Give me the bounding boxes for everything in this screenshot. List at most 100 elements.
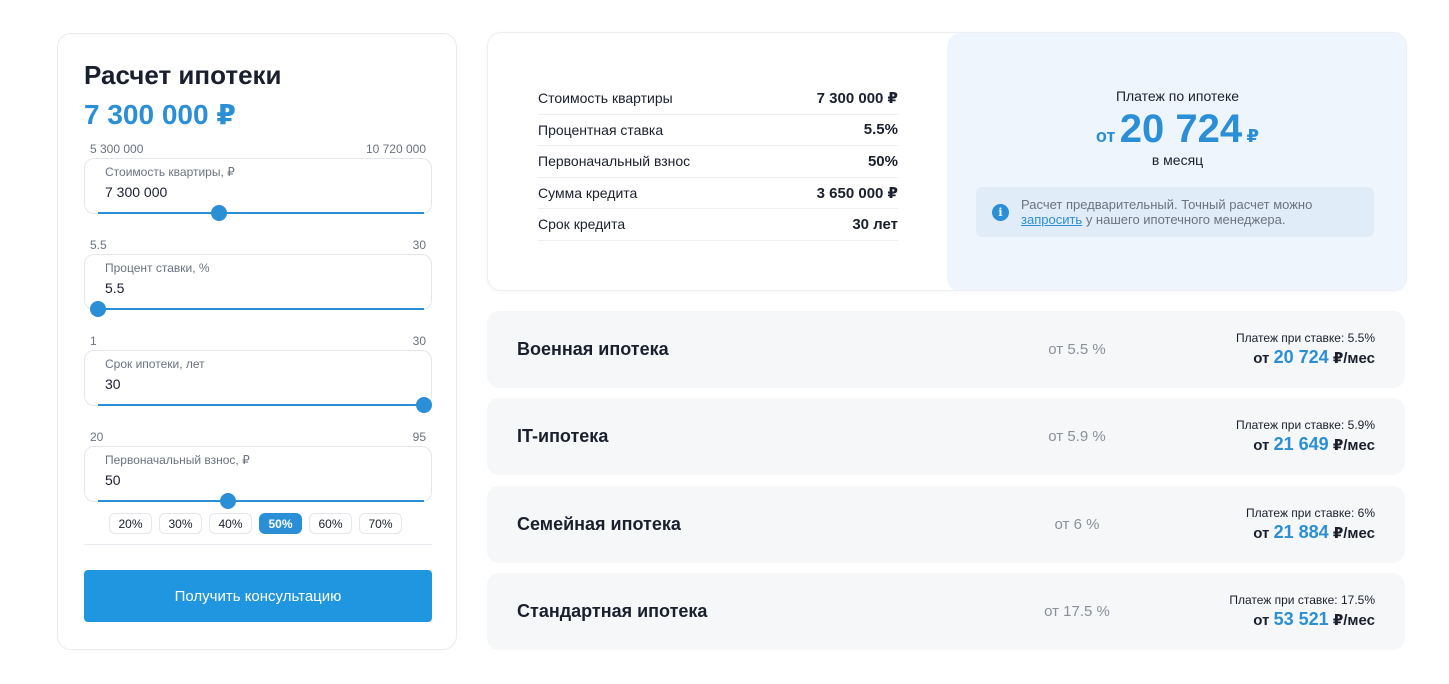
field-value[interactable]: 5.5	[105, 280, 124, 296]
program-payment: от 21 884 ₽/мес	[1253, 522, 1375, 543]
slider-track[interactable]	[98, 308, 424, 310]
field-label: Стоимость квартиры, ₽	[105, 165, 235, 179]
payment-unit: ₽/мес	[1332, 612, 1375, 629]
program-payment-label: Платеж при ставке: 5.9%	[1236, 418, 1375, 432]
range-max: 10 720 000	[365, 142, 426, 156]
note-text-after: у нашего ипотечного менеджера.	[1085, 212, 1286, 227]
mortgage-summary-card: Стоимость квартиры 7 300 000 ₽ Процентная…	[487, 32, 1407, 291]
payment-amount: от 20 724 ₽	[947, 107, 1406, 152]
payment-period: в месяц	[1151, 152, 1204, 168]
request-link[interactable]: запросить	[1021, 212, 1082, 227]
get-consultation-button[interactable]: Получить консультацию	[84, 570, 432, 622]
payment-number: 20 724	[1119, 107, 1243, 151]
calculator-title: Расчет ипотеки	[84, 60, 282, 90]
slider-thumb[interactable]	[416, 397, 432, 413]
payment-unit: ₽/мес	[1332, 350, 1375, 367]
payment-from: от	[1253, 612, 1270, 629]
summary-row: Процентная ставка 5.5%	[538, 115, 898, 146]
row-label: Стоимость квартиры	[538, 90, 673, 107]
mortgage-calculator-panel: Расчет ипотеки 7 300 000 ₽ 5 300 000 10 …	[57, 33, 457, 650]
program-rate: от 17.5 %	[1044, 603, 1110, 620]
row-value: 30 лет	[852, 215, 898, 233]
program-rate: от 5.5 %	[1048, 341, 1106, 358]
row-value: 5.5%	[863, 121, 898, 139]
program-payment: от 53 521 ₽/мес	[1253, 609, 1375, 630]
row-value: 3 650 000 ₽	[816, 184, 898, 202]
program-card-military[interactable]: Военная ипотека от 5.5 % Платеж при став…	[487, 311, 1405, 388]
payment-amount: 20 724	[1273, 347, 1329, 367]
field-label: Первоначальный взнос, ₽	[105, 453, 250, 467]
chip-20[interactable]: 20%	[109, 513, 152, 534]
row-label: Сумма кредита	[538, 184, 638, 201]
payment-from: от	[1253, 525, 1270, 542]
program-card-family[interactable]: Семейная ипотека от 6 % Платеж при ставк…	[487, 486, 1405, 563]
range-max: 30	[412, 238, 426, 252]
downpayment-chips: 20% 30% 40% 50% 60% 70%	[109, 513, 402, 534]
program-payment-label: Платеж при ставке: 5.5%	[1236, 331, 1375, 345]
program-name: Семейная ипотека	[517, 514, 681, 534]
calculator-price: 7 300 000 ₽	[84, 99, 236, 130]
range-min: 20	[90, 430, 104, 444]
program-name: Стандартная ипотека	[517, 601, 708, 621]
payment-from: от	[1253, 437, 1270, 454]
program-rate: от 6 %	[1054, 516, 1100, 533]
row-value: 7 300 000 ₽	[816, 90, 898, 108]
program-card-standard[interactable]: Стандартная ипотека от 17.5 % Платеж при…	[487, 573, 1405, 650]
program-payment-label: Платеж при ставке: 6%	[1246, 506, 1375, 520]
range-max: 95	[412, 430, 426, 444]
program-payment: от 21 649 ₽/мес	[1253, 434, 1375, 455]
slider-thumb[interactable]	[220, 493, 237, 509]
row-label: Первоначальный взнос	[538, 153, 691, 170]
range-min: 5.5	[90, 238, 107, 252]
payment-amount: 21 884	[1273, 522, 1329, 542]
price-input[interactable]: Стоимость квартиры, ₽ 7 300 000	[84, 158, 432, 214]
payment-from: от	[1253, 350, 1270, 367]
payment-from: от	[1095, 126, 1116, 146]
note-text-before: Расчет предварительный. Точный расчет мо…	[1021, 197, 1313, 212]
chip-60[interactable]: 60%	[309, 513, 352, 534]
row-value: 50%	[867, 152, 898, 170]
slider-thumb[interactable]	[210, 205, 227, 221]
program-payment: от 20 724 ₽/мес	[1253, 347, 1375, 368]
summary-table: Стоимость квартиры 7 300 000 ₽ Процентная…	[538, 83, 898, 241]
field-value[interactable]: 7 300 000	[105, 184, 167, 200]
downpayment-input[interactable]: Первоначальный взнос, ₽ 50	[84, 446, 432, 502]
slider-thumb[interactable]	[90, 301, 106, 317]
divider	[84, 544, 432, 545]
chip-40[interactable]: 40%	[209, 513, 252, 534]
slider-track[interactable]	[98, 212, 424, 214]
chip-70[interactable]: 70%	[359, 513, 402, 534]
range-min: 5 300 000	[90, 142, 144, 156]
program-payment-label: Платеж при ставке: 17.5%	[1229, 593, 1375, 607]
summary-row: Срок кредита 30 лет	[538, 209, 898, 241]
info-icon: i	[992, 204, 1009, 221]
range-max: 30	[412, 334, 426, 348]
payment-title: Платеж по ипотеке	[1115, 88, 1240, 104]
chip-30[interactable]: 30%	[159, 513, 202, 534]
field-value[interactable]: 50	[105, 472, 121, 488]
slider-track[interactable]	[98, 500, 424, 502]
payment-amount: 53 521	[1273, 609, 1329, 629]
rate-input[interactable]: Процент ставки, % 5.5	[84, 254, 432, 310]
payment-currency: ₽	[1246, 126, 1260, 146]
info-note: i Расчет предварительный. Точный расчет …	[976, 187, 1374, 237]
monthly-payment-block: Платеж по ипотеке от 20 724 ₽ в месяц i …	[947, 33, 1406, 290]
note-text: Расчет предварительный. Точный расчет мо…	[1021, 197, 1366, 227]
program-name: IT-ипотека	[517, 426, 609, 446]
slider-track[interactable]	[98, 404, 424, 406]
chip-50[interactable]: 50%	[259, 513, 302, 534]
summary-row: Сумма кредита 3 650 000 ₽	[538, 178, 898, 209]
payment-unit: ₽/мес	[1332, 525, 1375, 542]
summary-row: Стоимость квартиры 7 300 000 ₽	[538, 83, 898, 115]
range-min: 1	[90, 334, 97, 348]
row-label: Процентная ставка	[538, 121, 664, 138]
row-label: Срок кредита	[538, 216, 626, 233]
program-name: Военная ипотека	[517, 339, 669, 359]
field-label: Процент ставки, %	[105, 261, 210, 275]
field-value[interactable]: 30	[105, 376, 121, 392]
program-card-it[interactable]: IT-ипотека от 5.9 % Платеж при ставке: 5…	[487, 398, 1405, 475]
summary-row: Первоначальный взнос 50%	[538, 146, 898, 178]
term-input[interactable]: Срок ипотеки, лет 30	[84, 350, 432, 406]
payment-amount: 21 649	[1273, 434, 1329, 454]
payment-unit: ₽/мес	[1332, 437, 1375, 454]
